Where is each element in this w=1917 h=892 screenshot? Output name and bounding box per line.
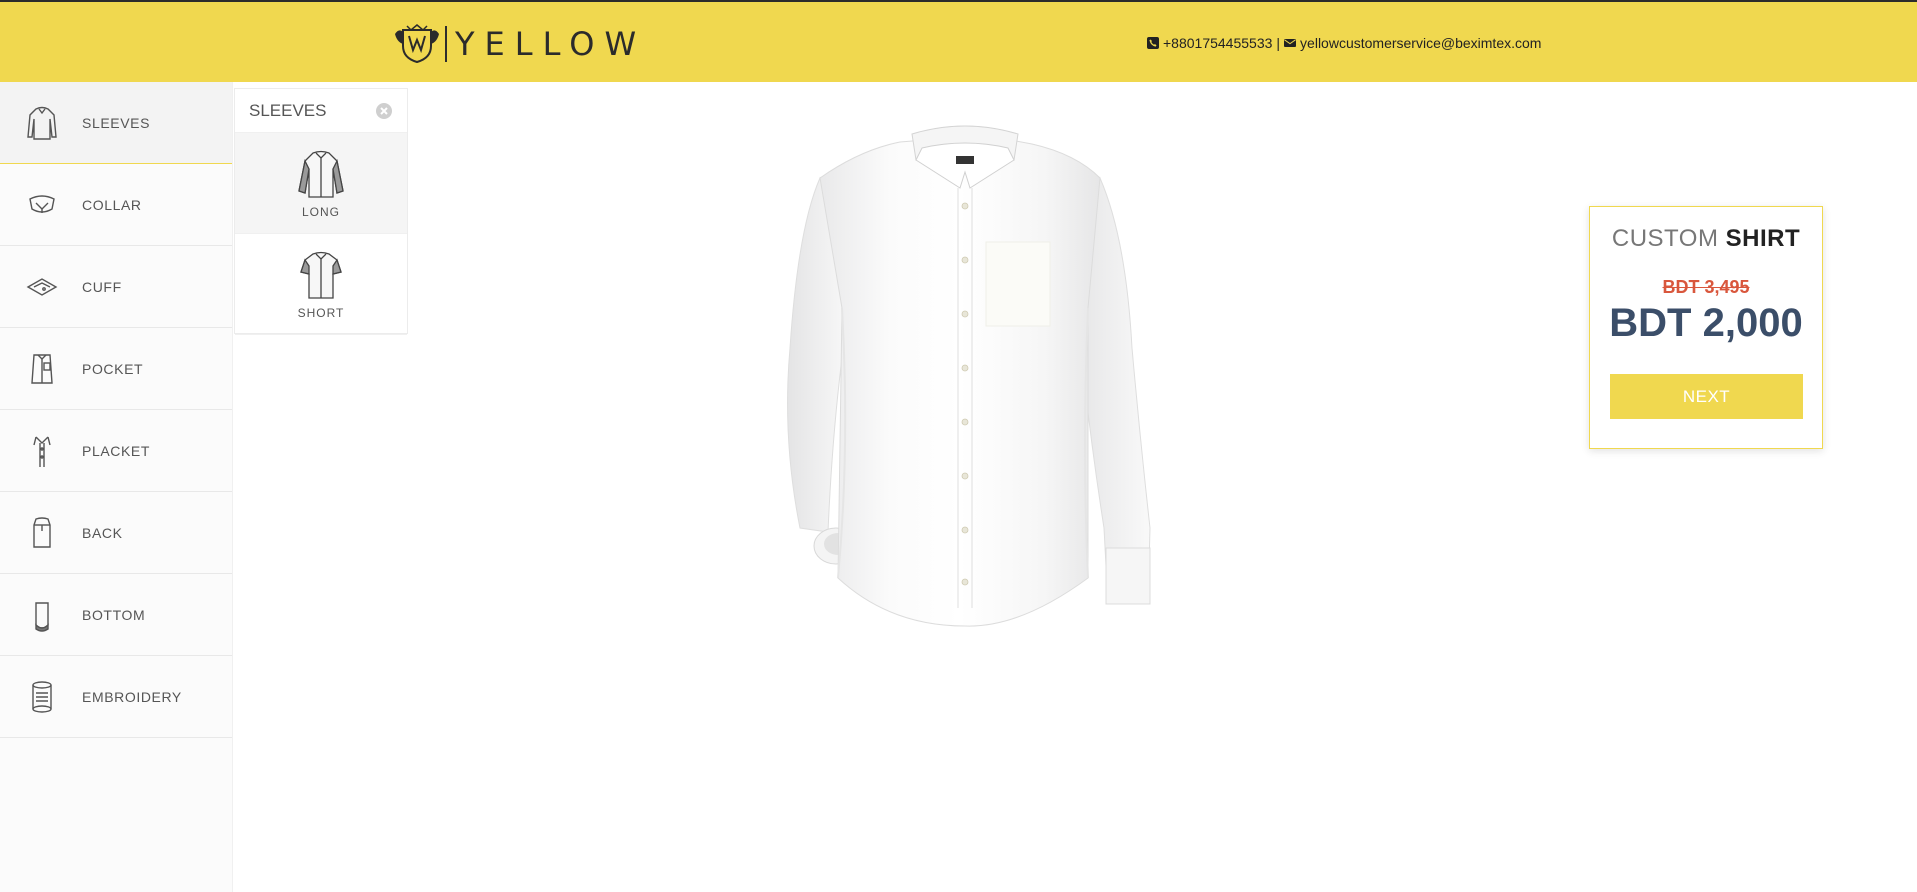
sidebar-item-collar[interactable]: COLLAR <box>0 164 232 246</box>
placket-icon <box>33 436 51 467</box>
sleeves-icon <box>27 106 57 140</box>
panel-header: SLEEVES <box>235 89 407 133</box>
option-short-sleeve[interactable]: SHORT <box>235 234 407 335</box>
sidebar-item-label: COLLAR <box>82 196 142 213</box>
sleeves-options-panel: SLEEVES LONG SHORT <box>234 88 408 335</box>
contact-email[interactable]: yellowcustomerservice@beximtex.com <box>1300 35 1541 51</box>
current-price: BDT 2,000 <box>1609 301 1803 345</box>
contact-phone[interactable]: +8801754455533 <box>1163 35 1272 51</box>
sidebar-item-bottom[interactable]: BOTTOM <box>0 574 232 656</box>
bottom-icon <box>35 601 49 632</box>
long-sleeve-shirt-icon <box>298 150 344 198</box>
white-shirt-image <box>787 125 1151 627</box>
sidebar-item-label: PLACKET <box>82 442 150 459</box>
sidebar-item-label: EMBROIDERY <box>82 688 182 705</box>
next-button[interactable]: NEXT <box>1610 374 1803 419</box>
sidebar-item-placket[interactable]: PLACKET <box>0 410 232 492</box>
sidebar-item-label: CUFF <box>82 278 122 295</box>
back-icon <box>33 516 51 548</box>
option-label: SHORT <box>297 306 345 320</box>
close-icon[interactable] <box>375 102 393 120</box>
short-sleeve-shirt-icon <box>300 251 342 299</box>
old-price: BDT 3,495 <box>1662 277 1750 297</box>
sidebar-item-embroidery[interactable]: EMBROIDERY <box>0 656 232 738</box>
card-title-bold: SHIRT <box>1725 225 1801 252</box>
contact-separator: | <box>1276 35 1281 51</box>
sidebar-item-label: SLEEVES <box>82 114 151 131</box>
sidebar-item-label: BOTTOM <box>82 606 146 623</box>
sidebar-item-sleeves[interactable]: SLEEVES <box>0 82 232 164</box>
embroidery-icon <box>32 680 52 713</box>
crest-logo-icon <box>395 24 439 64</box>
card-title-light: CUSTOM <box>1611 225 1719 252</box>
card-title: CUSTOM SHIRT <box>1590 225 1822 253</box>
brand-name: YELLOW <box>455 25 647 63</box>
sidebar-item-label: BACK <box>82 524 123 541</box>
contact-info: +8801754455533 | yellowcustomerservice@b… <box>1147 35 1541 51</box>
sidebar-item-label: POCKET <box>82 360 144 377</box>
customization-sidebar: SLEEVES COLLAR CUFF POCKET PLACKET BACK … <box>0 82 233 892</box>
option-long-sleeve[interactable]: LONG <box>235 133 407 234</box>
logo-divider <box>445 26 447 62</box>
collar-icon <box>29 194 55 213</box>
option-label: LONG <box>301 205 340 219</box>
sidebar-item-back[interactable]: BACK <box>0 492 232 574</box>
cuff-icon <box>26 277 58 296</box>
envelope-icon <box>1284 39 1297 47</box>
panel-title: SLEEVES <box>249 100 327 120</box>
brand-logo[interactable]: YELLOW <box>393 24 646 64</box>
phone-icon <box>1147 37 1159 49</box>
shirt-preview <box>770 108 1160 634</box>
sidebar-item-pocket[interactable]: POCKET <box>0 328 232 410</box>
site-header: YELLOW +8801754455533 | yellowcustomerse… <box>0 0 1917 82</box>
sidebar-item-cuff[interactable]: CUFF <box>0 246 232 328</box>
price-card: CUSTOM SHIRT BDT 3,495 BDT 2,000 NEXT <box>1589 206 1823 449</box>
pocket-icon <box>31 353 53 384</box>
